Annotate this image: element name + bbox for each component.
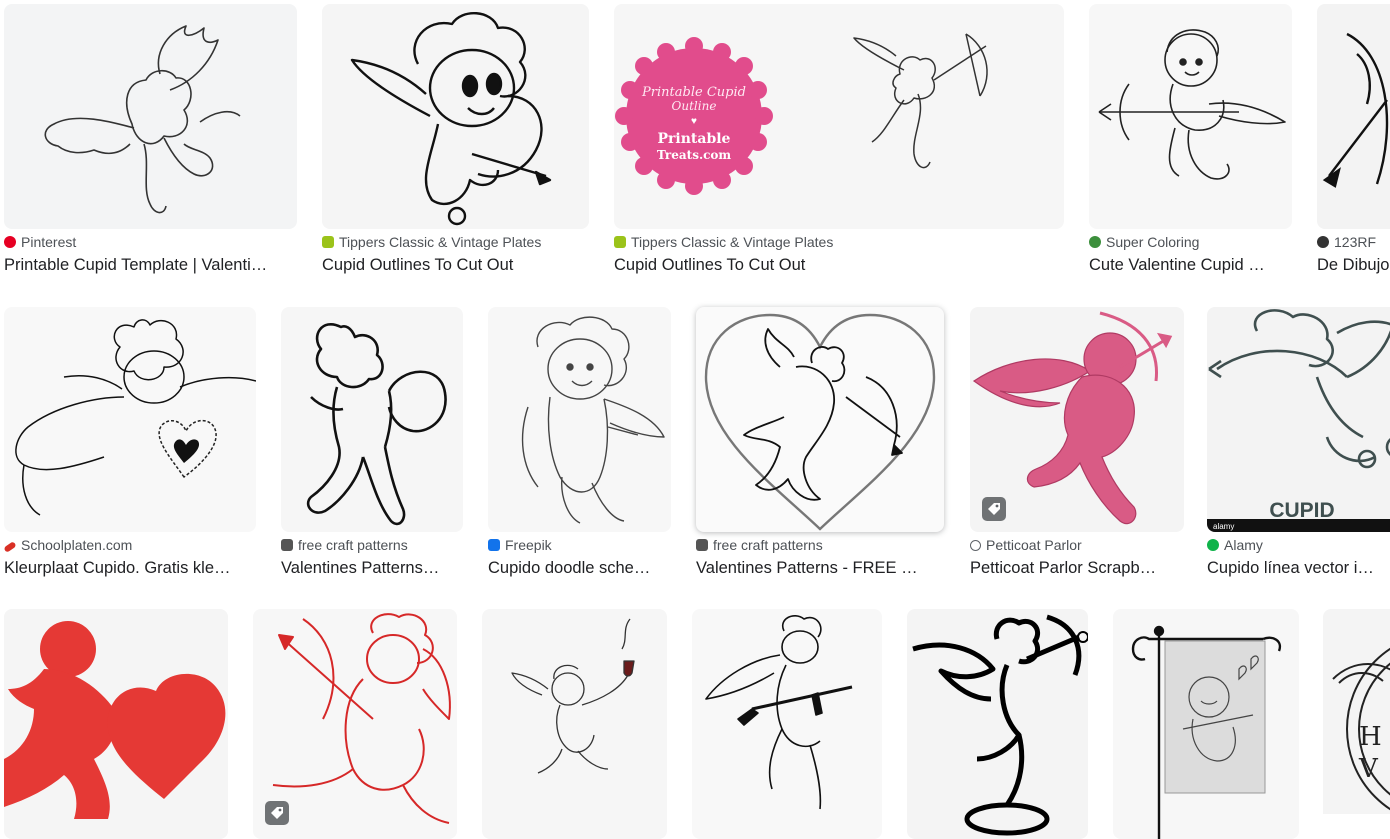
badge-letter-h: H — [1359, 722, 1382, 752]
globe-icon — [970, 539, 981, 551]
heart-glyph: ♥ — [691, 116, 697, 127]
bold-outline-cupid-image — [912, 614, 1088, 836]
result-source[interactable]: free craft patterns — [696, 536, 823, 554]
result-card[interactable] — [478, 605, 671, 839]
image-watermark: alamy — [1213, 522, 1234, 531]
cupid-with-rifle-image — [705, 615, 853, 810]
result-thumbnail[interactable] — [488, 307, 671, 532]
cupid-doodle-image — [521, 316, 665, 524]
free-craft-patterns-icon — [281, 539, 293, 551]
result-title[interactable]: Kleurplaat Cupido. Gratis kle… — [4, 557, 250, 579]
result-thumbnail[interactable] — [907, 609, 1088, 839]
result-source[interactable]: Alamy — [1207, 536, 1263, 554]
result-card[interactable]: Pinterest Printable Cupid Template | Val… — [0, 0, 300, 280]
cute-cupid-image — [1098, 29, 1286, 180]
result-card[interactable] — [0, 605, 232, 839]
result-source[interactable]: Tippers Classic & Vintage Plates — [614, 233, 833, 251]
freepik-icon — [488, 539, 500, 551]
result-title[interactable]: Cute Valentine Cupid … — [1089, 254, 1289, 276]
result-thumbnail[interactable] — [1113, 609, 1299, 839]
pinterest-icon — [4, 236, 16, 248]
result-thumbnail[interactable]: H V — [1323, 609, 1390, 814]
result-title[interactable]: Printable Cupid Template | Valenti… — [4, 254, 294, 276]
result-thumbnail[interactable] — [4, 609, 228, 839]
image-text-line3: Printable — [658, 131, 731, 147]
garden-flag-image — [1131, 625, 1282, 839]
result-title[interactable]: Petticoat Parlor Scrapb… — [970, 557, 1174, 579]
result-card[interactable] — [1109, 605, 1303, 839]
result-thumbnail[interactable] — [692, 609, 882, 839]
printable-cupid-image: Printable Cupid Outline ♥ Printable Trea… — [615, 33, 988, 195]
result-title[interactable]: Cupid Outlines To Cut Out — [614, 254, 1060, 276]
image-caption: CUPID — [1269, 499, 1334, 522]
result-title[interactable]: Valentines Patterns - FREE … — [696, 557, 932, 579]
result-source[interactable]: Pinterest — [4, 233, 76, 251]
image-text-line1: Printable Cupid — [641, 85, 746, 100]
result-thumbnail[interactable]: CUPID alamy — [1207, 307, 1390, 532]
result-card[interactable] — [903, 605, 1092, 839]
result-card[interactable]: 123RF De Dibujo — [1313, 0, 1390, 280]
cupid-badge-image: H V — [1332, 647, 1390, 811]
result-thumbnail[interactable] — [4, 4, 297, 229]
result-title[interactable]: Cupid Outlines To Cut Out — [322, 254, 586, 276]
result-thumbnail[interactable] — [696, 307, 944, 532]
image-text-line2: Outline — [672, 99, 717, 113]
cupid-outline-image — [44, 25, 241, 214]
result-card[interactable]: Petticoat Parlor Petticoat Parlor Scrapb… — [966, 303, 1188, 585]
result-title[interactable]: Cupido línea vector i… — [1207, 557, 1381, 579]
result-card[interactable]: CUPID alamy Alamy Cupido línea vector i… — [1203, 303, 1390, 585]
result-title[interactable]: Valentines Patterns… — [281, 557, 459, 579]
result-card[interactable] — [688, 605, 886, 839]
result-source[interactable]: Schoolplaten.com — [3, 536, 132, 554]
result-thumbnail[interactable] — [4, 307, 256, 532]
cupid-coloring-image — [350, 11, 552, 226]
result-card[interactable]: H V — [1319, 605, 1390, 814]
cupid-silhouette-outline-image — [306, 323, 447, 526]
result-card[interactable]: Schoolplaten.com Kleurplaat Cupido. Grat… — [0, 303, 262, 585]
red-cupid-heart-image — [4, 621, 226, 819]
tippers-icon — [322, 236, 334, 248]
badge-letter-v: V — [1358, 754, 1379, 784]
free-craft-patterns-icon — [696, 539, 708, 551]
result-thumbnail[interactable] — [1317, 4, 1390, 229]
cupid-with-heart-image — [15, 319, 256, 516]
result-card[interactable]: Super Coloring Cute Valentine Cupid … — [1085, 0, 1295, 280]
result-thumbnail[interactable] — [253, 609, 457, 839]
bow-arrow-image — [1322, 32, 1389, 188]
result-thumbnail[interactable]: Printable Cupid Outline ♥ Printable Trea… — [614, 4, 1064, 229]
result-card[interactable]: Printable Cupid Outline ♥ Printable Trea… — [610, 0, 1066, 280]
super-coloring-icon — [1089, 236, 1101, 248]
tippers-icon — [614, 236, 626, 248]
result-thumbnail[interactable] — [482, 609, 667, 839]
result-thumbnail[interactable] — [322, 4, 589, 229]
result-card[interactable]: free craft patterns Valentines Patterns … — [692, 303, 948, 585]
result-source[interactable]: Petticoat Parlor — [970, 536, 1082, 554]
alamy-icon — [1207, 539, 1219, 551]
product-tag-icon — [982, 497, 1006, 521]
result-source[interactable]: free craft patterns — [281, 536, 408, 554]
product-tag-icon — [265, 801, 289, 825]
result-source[interactable]: Super Coloring — [1089, 233, 1199, 251]
result-card[interactable] — [249, 605, 461, 839]
result-source[interactable]: Freepik — [488, 536, 552, 554]
result-card[interactable]: Tippers Classic & Vintage Plates Cupid O… — [318, 0, 590, 280]
image-text-line4: Treats.com — [657, 148, 732, 162]
cupid-line-vector-image: CUPID alamy — [1207, 309, 1390, 532]
result-title[interactable]: De Dibujo — [1317, 254, 1390, 276]
result-card[interactable]: Freepik Cupido doodle sche… — [484, 303, 674, 585]
schoolplaten-icon — [3, 540, 17, 553]
result-thumbnail[interactable] — [281, 307, 463, 532]
result-source[interactable]: Tippers Classic & Vintage Plates — [322, 233, 541, 251]
result-thumbnail[interactable] — [1089, 4, 1292, 229]
result-title[interactable]: Cupido doodle sche… — [488, 557, 662, 579]
result-thumbnail[interactable] — [970, 307, 1184, 532]
result-source[interactable]: 123RF — [1317, 233, 1376, 251]
cupid-with-wine-image — [511, 618, 635, 774]
heart-cupid-image — [704, 313, 936, 531]
123rf-icon — [1317, 236, 1329, 248]
result-card[interactable]: free craft patterns Valentines Patterns… — [277, 303, 467, 585]
